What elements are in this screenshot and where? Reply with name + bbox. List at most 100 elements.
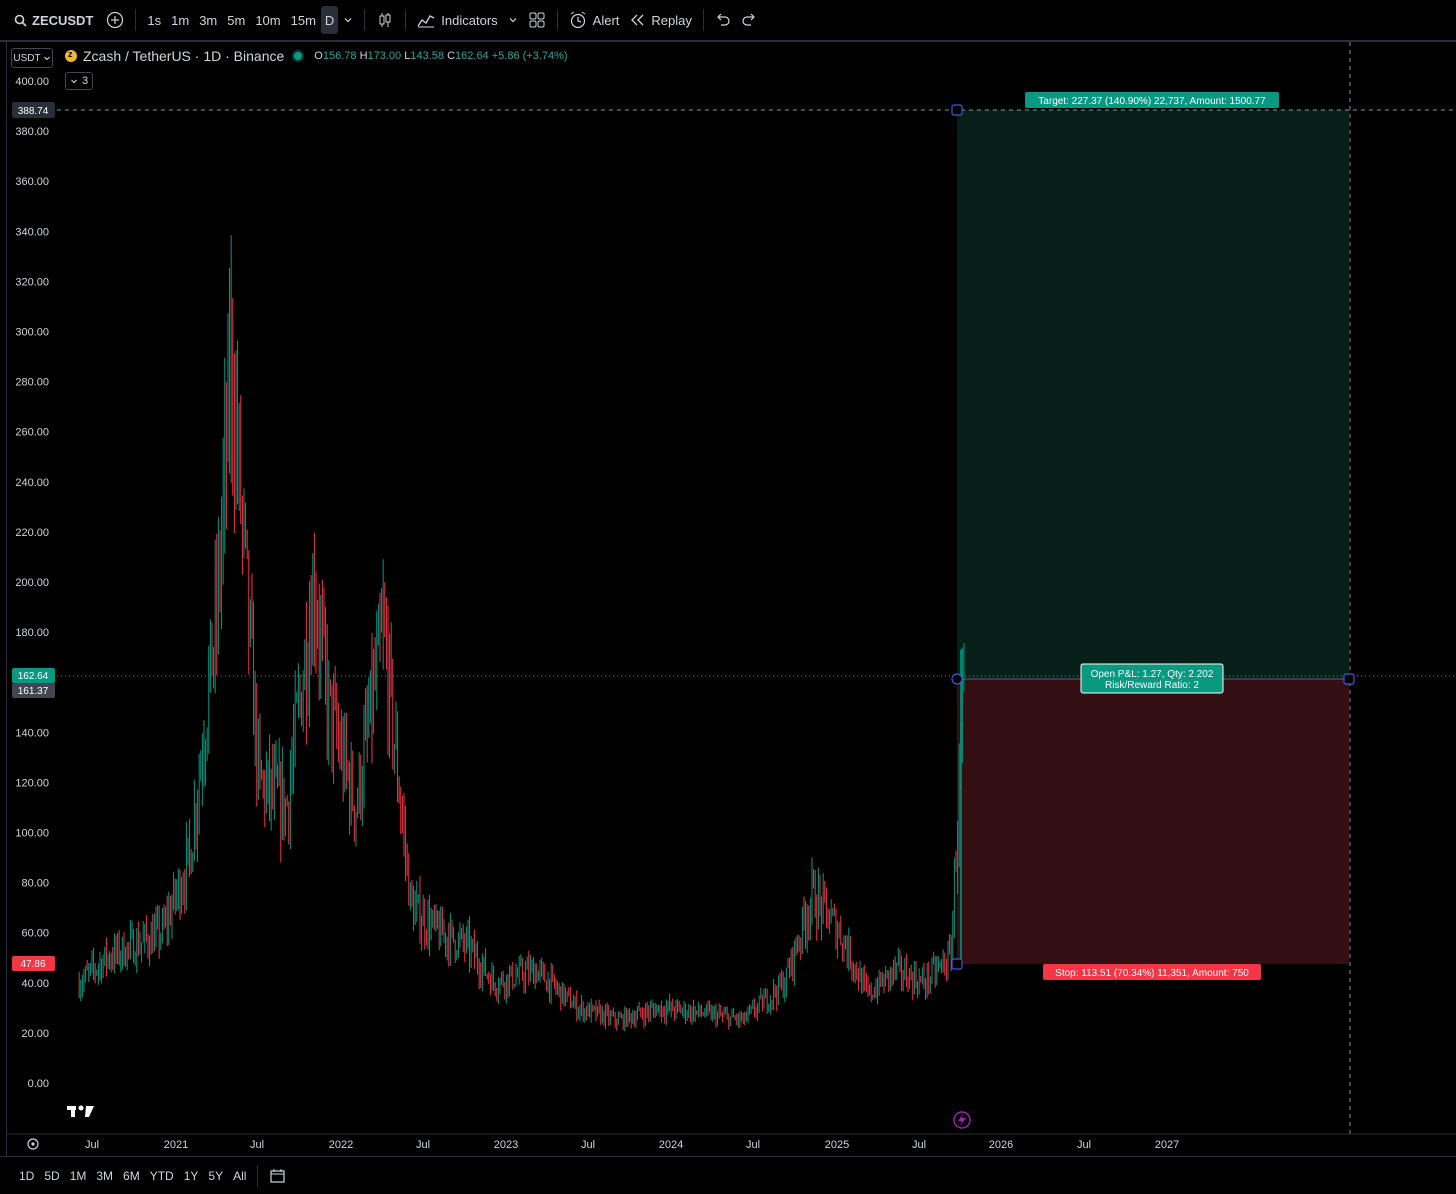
time-tick-label: Jul (1077, 1139, 1091, 1151)
price-tick-label: 380.00 (15, 126, 49, 138)
price-tick-label: 180.00 (15, 627, 49, 639)
interval-dropdown-button[interactable] (338, 6, 358, 34)
width-handle[interactable] (1343, 673, 1355, 685)
symbol-label: ZECUSDT (32, 12, 94, 28)
divider (364, 9, 366, 31)
risk-reward-label: Risk/Reward Ratio: 2 (1105, 680, 1199, 691)
alert-button[interactable]: Alert (564, 6, 625, 34)
price-tick-label: 20.00 (21, 1028, 49, 1040)
price-tick-label: 140.00 (15, 727, 49, 739)
indicators-count: 3 (81, 75, 89, 87)
time-tick-label: Jul (581, 1139, 595, 1151)
price-tick-label: 400.00 (15, 76, 49, 88)
interval-D-button[interactable]: D (320, 6, 339, 34)
pnl-label: Open P&L: 1.27, Qty: 2.202 (1091, 669, 1214, 680)
time-tick-label: 2022 (329, 1139, 353, 1151)
plus-circle-icon (107, 11, 124, 29)
range-1D-button[interactable]: 1D (14, 1169, 39, 1183)
chevron-down-icon (344, 18, 352, 23)
divider (405, 9, 407, 31)
time-tick-label: Jul (85, 1139, 99, 1151)
target-label: Target: 227.37 (140.90%) 22,737, Amount:… (1038, 96, 1266, 107)
rewind-icon (629, 13, 645, 27)
interval-3m-button[interactable]: 3m (194, 6, 222, 34)
interval-group: 1s 1m 3m 5m 10m 15m (142, 6, 321, 34)
divider (135, 9, 137, 31)
redo-icon (742, 13, 755, 26)
indicators-icon (417, 12, 435, 28)
undo-button[interactable] (710, 6, 736, 34)
price-tick-label: 360.00 (15, 176, 49, 188)
tradingview-logo[interactable] (67, 1105, 94, 1118)
goto-date-button[interactable] (264, 1168, 292, 1184)
crosshair-price-label: 388.74 (18, 106, 49, 117)
time-axis[interactable]: Jul 2021 Jul 2022 Jul 2023 Jul 2024 Jul 2025 Jul 20… (85, 1139, 1179, 1151)
price-tick-label: 280.00 (15, 377, 49, 389)
interval-1m-button[interactable]: 1m (166, 6, 194, 34)
bottom-toolbar: 1D 5D 1M 3M 6M YTD 1Y 5Y All (0, 1156, 1456, 1194)
chart-pane[interactable]: Target: 227.37 (140.90%) 22,737, Amount:… (6, 42, 1456, 1156)
interval-1s-button[interactable]: 1s (142, 6, 166, 34)
entry-handle[interactable] (951, 673, 963, 685)
price-tick-label: 300.00 (15, 327, 49, 339)
interval-10m-button[interactable]: 10m (250, 6, 285, 34)
replay-label: Replay (651, 12, 692, 28)
undo-icon (717, 13, 730, 26)
stop-label: Stop: 113.51 (70.34%) 11,351, Amount: 75… (1055, 968, 1249, 979)
range-All-button[interactable]: All (228, 1169, 251, 1183)
stop-handle[interactable] (951, 958, 963, 970)
range-5Y-button[interactable]: 5Y (203, 1169, 228, 1183)
time-tick-label: Jul (416, 1139, 430, 1151)
indicators-button[interactable]: Indicators (412, 6, 502, 34)
redo-button[interactable] (736, 6, 762, 34)
zcash-logo-icon: z (65, 49, 77, 62)
time-tick-label: 2023 (494, 1139, 518, 1151)
range-5D-button[interactable]: 5D (39, 1169, 64, 1183)
time-tick-label: 2026 (989, 1139, 1013, 1151)
time-tick-label: 2021 (164, 1139, 188, 1151)
gear-center (31, 1142, 35, 1146)
currency-dropdown[interactable]: USDT (11, 48, 53, 68)
range-1Y-button[interactable]: 1Y (179, 1169, 204, 1183)
target-handle[interactable] (951, 104, 963, 116)
profit-zone[interactable] (957, 110, 1349, 679)
price-tick-label: 120.00 (15, 777, 49, 789)
compare-add-button[interactable] (101, 6, 129, 34)
symbol-title[interactable]: Zcash / TetherUS · 1D · Binance (83, 48, 284, 64)
calendar-icon (270, 1168, 286, 1183)
time-tick-label: 2027 (1155, 1139, 1179, 1151)
lightning-bolt (958, 1114, 966, 1126)
indicators-collapse-button[interactable]: 3 (65, 72, 93, 90)
symbol-search-button[interactable]: ZECUSDT (0, 6, 101, 34)
loss-zone[interactable] (957, 679, 1349, 964)
stop-price-label: 47.86 (20, 959, 45, 970)
grid-icon (529, 12, 545, 28)
chevron-down-icon (71, 79, 77, 84)
time-tick-label: Jul (912, 1139, 926, 1151)
time-tick-label: 2024 (659, 1139, 683, 1151)
chevron-down-icon (509, 18, 517, 23)
divider (257, 1164, 259, 1187)
prev-close-label: 161.37 (18, 686, 49, 697)
chart-type-button[interactable] (371, 6, 399, 34)
interval-5m-button[interactable]: 5m (222, 6, 250, 34)
price-axis[interactable]: 400.00 380.00 360.00 340.00 320.00 300.00 280.… (15, 76, 49, 1090)
indicators-dropdown-button[interactable] (503, 6, 523, 34)
currency-label: USDT (13, 52, 41, 64)
price-tick-label: 100.00 (15, 828, 49, 840)
alert-label: Alert (592, 12, 620, 28)
time-tick-label: Jul (746, 1139, 760, 1151)
replay-button[interactable]: Replay (624, 6, 696, 34)
price-tick-label: 260.00 (15, 427, 49, 439)
price-tick-label: 320.00 (15, 276, 49, 288)
interval-15m-button[interactable]: 15m (286, 6, 321, 34)
price-chart[interactable]: Target: 227.37 (140.90%) 22,737, Amount:… (7, 42, 1456, 1156)
range-YTD-button[interactable]: YTD (145, 1169, 179, 1183)
time-tick-label: 2025 (825, 1139, 849, 1151)
range-1M-button[interactable]: 1M (65, 1169, 92, 1183)
price-tick-label: 240.00 (15, 477, 49, 489)
range-3M-button[interactable]: 3M (91, 1169, 118, 1183)
range-6M-button[interactable]: 6M (118, 1169, 145, 1183)
layouts-button[interactable] (523, 6, 551, 34)
price-tick-label: 200.00 (15, 577, 49, 589)
